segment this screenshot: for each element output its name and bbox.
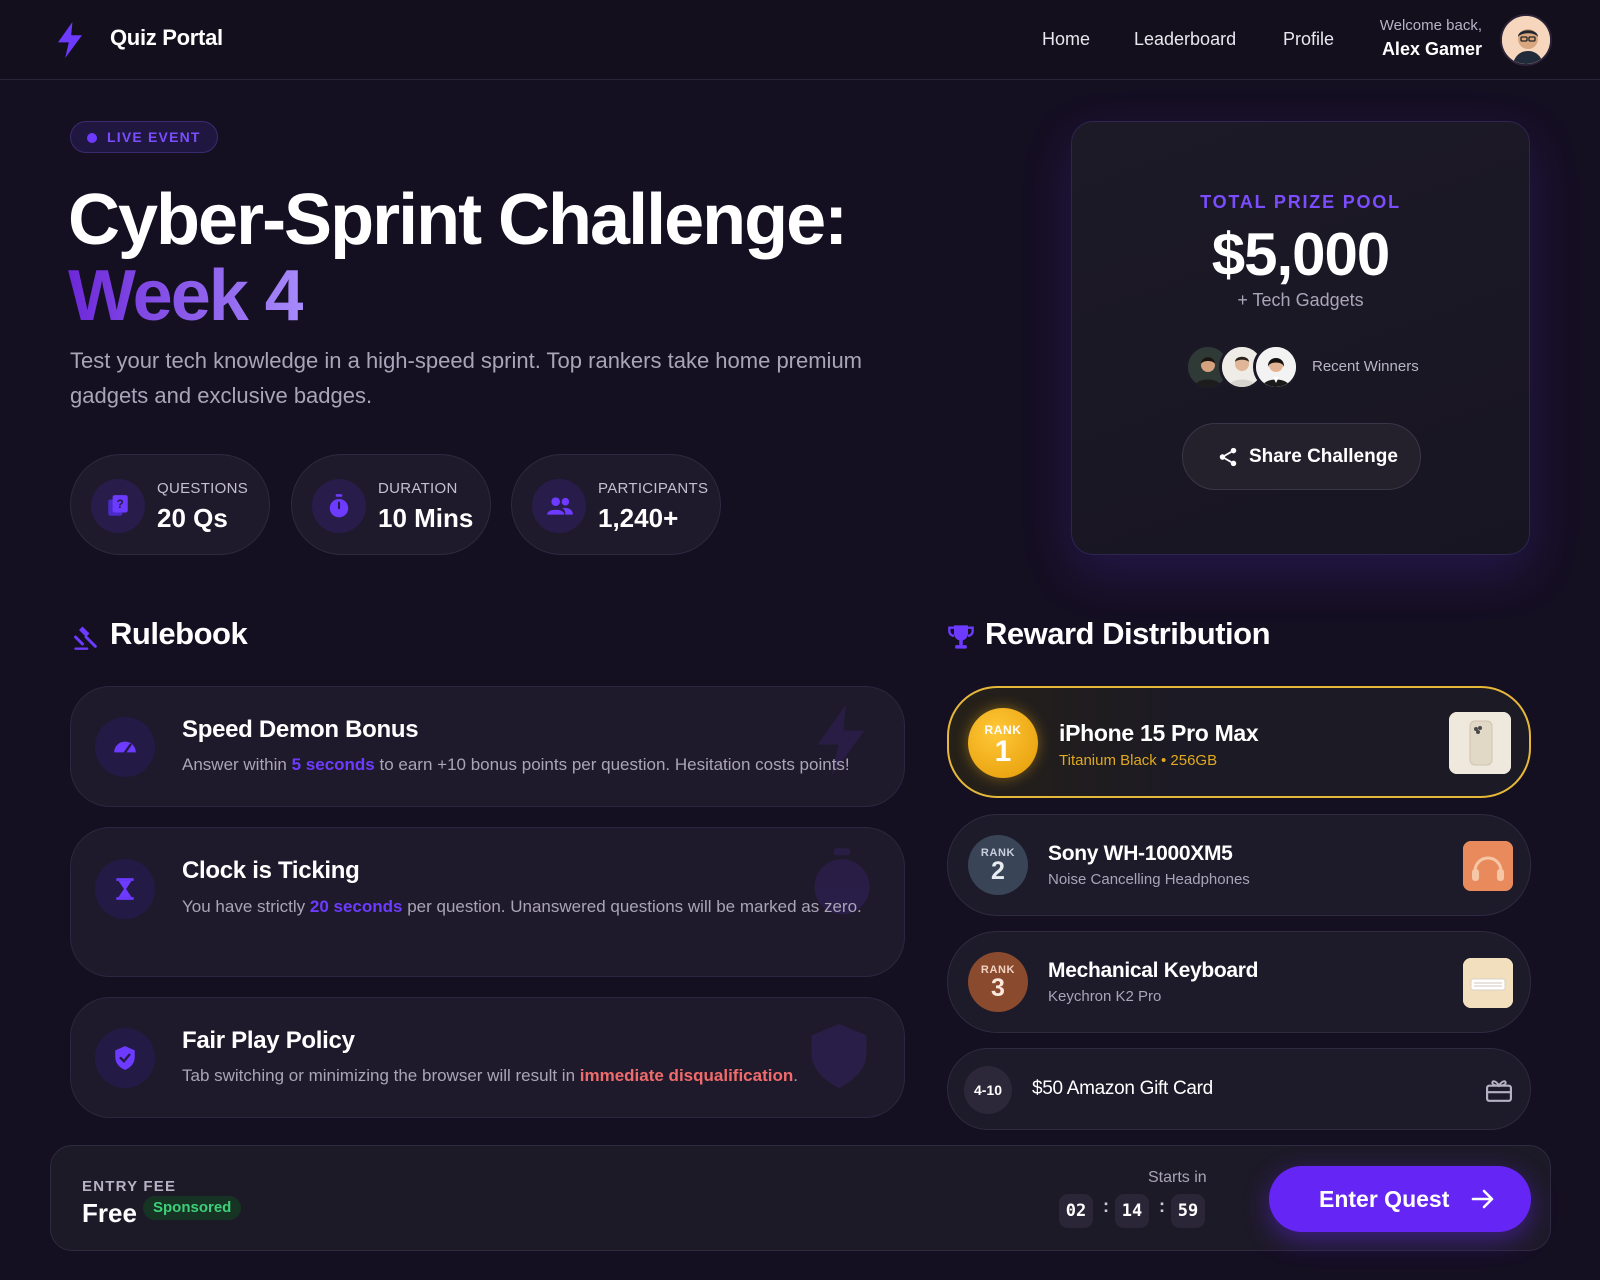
trophy-icon	[948, 625, 974, 649]
nav-home-link[interactable]: Home	[1042, 29, 1090, 50]
rule-description: You have strictly 20 seconds per questio…	[182, 897, 862, 916]
sponsored-badge: Sponsored	[143, 1196, 242, 1220]
stat-value: 10 Mins	[378, 503, 474, 533]
entry-bar: ENTRY FEE Free Sponsored Starts in 02 : …	[50, 1145, 1551, 1251]
rule-title: Clock is Ticking	[182, 857, 360, 884]
reward-name: $50 Amazon Gift Card	[1032, 1078, 1213, 1099]
iphone-thumbnail	[1449, 712, 1511, 774]
rule-title: Speed Demon Bonus	[182, 716, 419, 743]
shield-check-icon	[115, 1046, 135, 1070]
rule-title: Fair Play Policy	[182, 1027, 355, 1054]
gavel-icon	[74, 626, 97, 650]
rank-badge: RANK 1	[968, 708, 1038, 778]
rule-highlight: 5 seconds	[291, 755, 375, 774]
rulebook-heading: Rulebook	[110, 616, 248, 651]
countdown-minutes: 14	[1115, 1194, 1149, 1228]
rule-description: Tab switching or minimizing the browser …	[182, 1066, 798, 1085]
rank-badge: RANK 2	[968, 835, 1028, 895]
lightning-bolt-icon	[58, 22, 82, 58]
winner-portrait-icon	[1256, 347, 1296, 387]
enter-quest-label: Enter Quest	[1319, 1186, 1450, 1212]
reward-rank-2: RANK 2 Sony WH-1000XM5 Noise Cancelling …	[947, 814, 1531, 916]
live-event-badge: LIVE EVENT	[70, 121, 218, 153]
entry-fee-value: Free	[82, 1198, 137, 1228]
prize-pool-card: TOTAL PRIZE POOL $5,000 + Tech Gadgets R…	[1071, 121, 1530, 555]
brand-name[interactable]: Quiz Portal	[110, 25, 223, 51]
reward-distribution-heading: Reward Distribution	[985, 616, 1271, 651]
reward-detail: Noise Cancelling Headphones	[1048, 871, 1250, 888]
challenge-description: Test your tech knowledge in a high-speed…	[70, 348, 863, 408]
prize-pool-label: TOTAL PRIZE POOL	[1200, 192, 1401, 212]
rule-card-clock: Clock is Ticking You have strictly 20 se…	[70, 827, 905, 977]
entry-fee-label: ENTRY FEE	[82, 1178, 177, 1195]
countdown-separator: :	[1103, 1196, 1109, 1216]
top-navigation-bar: Quiz Portal Home Leaderboard Profile Wel…	[0, 0, 1600, 80]
stat-questions: ? QUESTIONS 20 Qs	[70, 454, 270, 555]
countdown-separator: :	[1159, 1196, 1165, 1216]
stat-participants: PARTICIPANTS 1,240+	[511, 454, 721, 555]
prize-pool-extra: + Tech Gadgets	[1237, 290, 1364, 310]
hourglass-icon	[116, 878, 134, 900]
countdown-seconds: 59	[1171, 1194, 1205, 1228]
starts-in-label: Starts in	[1148, 1169, 1207, 1186]
reward-name: iPhone 15 Pro Max	[1059, 720, 1259, 746]
stat-label: DURATION	[378, 480, 458, 497]
recent-winners-label: Recent Winners	[1312, 358, 1419, 375]
stat-duration: DURATION 10 Mins	[291, 454, 491, 555]
reward-detail: Titanium Black • 256GB	[1059, 752, 1218, 769]
rule-card-speed-bonus: Speed Demon Bonus Answer within 5 second…	[70, 686, 905, 807]
nav-leaderboard-link[interactable]: Leaderboard	[1134, 29, 1236, 50]
live-event-label: LIVE EVENT	[107, 129, 201, 145]
stopwatch-icon	[329, 494, 349, 518]
arrow-right-icon	[1471, 1189, 1494, 1209]
stat-label: QUESTIONS	[157, 480, 249, 497]
reward-detail: Keychron K2 Pro	[1048, 988, 1162, 1005]
headphones-image-icon	[1463, 841, 1513, 891]
challenge-week: Week 4	[68, 256, 305, 336]
stat-label: PARTICIPANTS	[598, 480, 709, 497]
user-portrait-icon	[1502, 16, 1550, 64]
countdown-hours: 02	[1059, 1194, 1093, 1228]
stat-value: 1,240+	[598, 503, 679, 533]
nav-profile-link[interactable]: Profile	[1283, 29, 1334, 50]
share-icon	[1219, 447, 1237, 467]
user-avatar[interactable]	[1500, 14, 1552, 66]
phone-image-icon	[1449, 712, 1511, 774]
share-challenge-button[interactable]: Share Challenge	[1182, 423, 1421, 490]
winner-avatar	[1253, 344, 1299, 390]
rule-highlight: immediate disqualification	[579, 1066, 794, 1085]
svg-text:?: ?	[117, 497, 124, 511]
keyboard-thumbnail	[1463, 958, 1513, 1008]
reward-rank-3: RANK 3 Mechanical Keyboard Keychron K2 P…	[947, 931, 1531, 1033]
enter-quest-button[interactable]: Enter Quest	[1269, 1166, 1531, 1232]
keyboard-image-icon	[1463, 958, 1513, 1008]
reward-rank-4-10: 4-10 $50 Amazon Gift Card	[947, 1048, 1531, 1130]
rank-range-badge: 4-10	[964, 1066, 1012, 1114]
reward-rank-1: RANK 1 iPhone 15 Pro Max Titanium Black …	[947, 686, 1531, 798]
user-name: Alex Gamer	[1381, 39, 1482, 59]
reward-name: Sony WH-1000XM5	[1048, 842, 1233, 865]
rule-description: Answer within 5 seconds to earn +10 bonu…	[182, 755, 850, 774]
gift-card-icon	[1486, 1080, 1512, 1102]
quiz-icon: ?	[108, 495, 128, 516]
rule-highlight: 20 seconds	[309, 897, 403, 916]
reward-name: Mechanical Keyboard	[1048, 959, 1259, 982]
welcome-label: Welcome back,	[1379, 17, 1482, 34]
headphones-thumbnail	[1463, 841, 1513, 891]
speedometer-icon	[114, 741, 136, 754]
rank-badge: RANK 3	[968, 952, 1028, 1012]
rule-card-fair-play: Fair Play Policy Tab switching or minimi…	[70, 997, 905, 1118]
prize-pool-amount: $5,000	[1211, 221, 1391, 288]
people-icon	[547, 497, 573, 515]
stat-value: 20 Qs	[157, 503, 228, 533]
live-indicator-dot	[87, 133, 97, 143]
share-challenge-label: Share Challenge	[1249, 446, 1398, 467]
challenge-title: Cyber-Sprint Challenge:	[68, 180, 848, 260]
